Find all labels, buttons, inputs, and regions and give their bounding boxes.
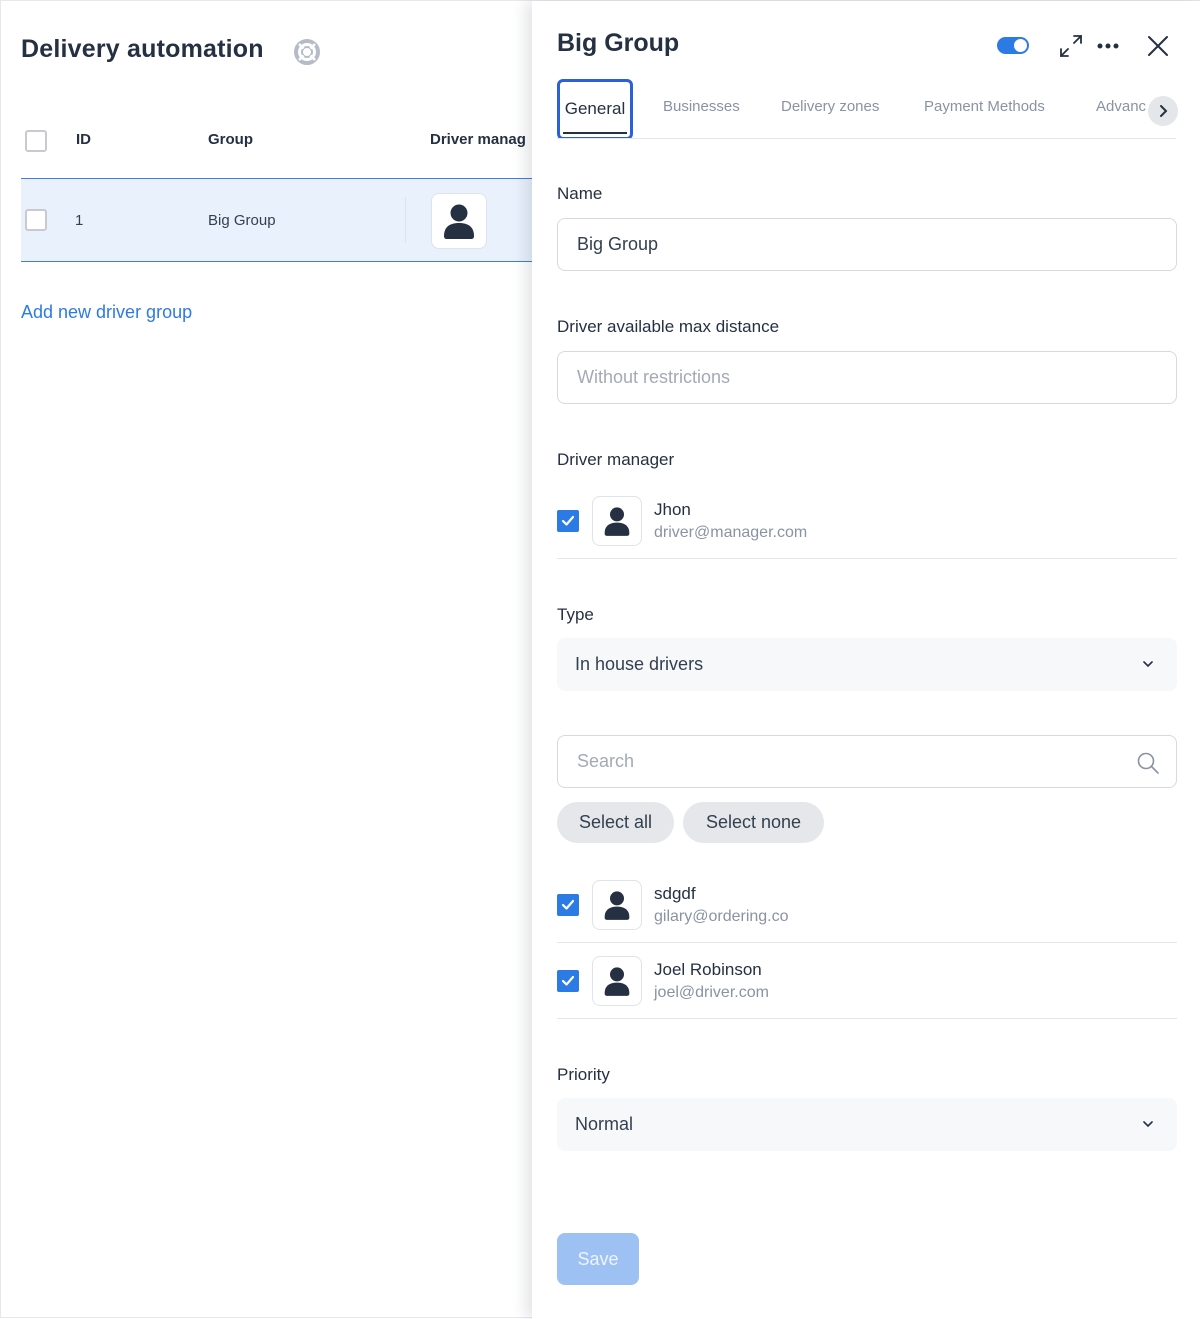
help-icon[interactable]: [294, 39, 320, 65]
avatar-icon: [604, 967, 630, 996]
priority-select-value: Normal: [575, 1114, 634, 1134]
column-header-id: ID: [76, 131, 91, 148]
avatar: [431, 193, 487, 249]
check-icon: [561, 975, 575, 986]
driver-email: joel@driver.com: [654, 984, 769, 1001]
driver-checkbox[interactable]: [557, 970, 579, 992]
name-label: Name: [557, 184, 603, 203]
divider: [557, 942, 1177, 943]
driver-email: gilary@ordering.co: [654, 908, 789, 925]
table-row[interactable]: 1 Big Group: [21, 178, 532, 262]
max-distance-input[interactable]: [557, 351, 1177, 404]
driver-search-input[interactable]: [557, 735, 1177, 788]
app-window: Delivery automation ID Group Driver mana…: [0, 0, 1200, 1319]
check-icon: [561, 515, 575, 526]
tab-businesses[interactable]: Businesses: [663, 98, 740, 115]
table-header: ID Group Driver manag: [21, 119, 532, 163]
tab-general[interactable]: General: [557, 79, 633, 138]
chevron-right-icon: [1160, 105, 1168, 117]
driver-name: sdgdf: [654, 884, 696, 903]
more-icon[interactable]: [1094, 32, 1122, 60]
row-id: 1: [75, 212, 84, 229]
column-header-group: Group: [208, 131, 253, 148]
select-none-button[interactable]: Select none: [683, 802, 824, 843]
driver-avatar: [592, 956, 642, 1006]
expand-icon[interactable]: [1057, 32, 1085, 60]
group-details-drawer: Big Group General Businesses Delivery zo…: [532, 1, 1200, 1319]
avatar-icon: [604, 507, 630, 536]
column-header-driver-manager: Driver manag: [430, 131, 526, 148]
drawer-tabs: General Businesses Delivery zones Paymen…: [557, 79, 1176, 139]
manager-email: driver@manager.com: [654, 524, 808, 541]
avatar-icon: [444, 204, 474, 239]
manager-name: Jhon: [654, 500, 691, 519]
close-icon[interactable]: [1144, 32, 1172, 60]
driver-checkbox[interactable]: [557, 894, 579, 916]
add-driver-group-link[interactable]: Add new driver group: [21, 302, 192, 323]
drawer-title: Big Group: [557, 29, 680, 57]
driver-avatar: [592, 880, 642, 930]
divider: [557, 1018, 1177, 1019]
name-input[interactable]: [557, 218, 1177, 271]
manager-checkbox[interactable]: [557, 510, 579, 532]
tabs-scroll-right-button[interactable]: [1148, 96, 1178, 126]
type-label: Type: [557, 605, 594, 624]
driver-name: Joel Robinson: [654, 960, 762, 979]
check-icon: [561, 899, 575, 910]
priority-label: Priority: [557, 1065, 610, 1084]
distance-label: Driver available max distance: [557, 317, 780, 336]
tab-advanced[interactable]: Advanc: [1096, 98, 1146, 115]
chevron-down-icon: [1143, 661, 1153, 668]
priority-select[interactable]: Normal: [557, 1098, 1177, 1151]
driver-manager-label: Driver manager: [557, 450, 675, 469]
row-checkbox[interactable]: [25, 209, 47, 231]
manager-avatar: [592, 496, 642, 546]
avatar-icon: [604, 891, 630, 920]
enabled-toggle[interactable]: [997, 37, 1029, 54]
select-all-button[interactable]: Select all: [557, 802, 674, 843]
row-group: Big Group: [208, 212, 276, 229]
tab-delivery-zones[interactable]: Delivery zones: [781, 98, 879, 115]
save-button[interactable]: Save: [557, 1233, 639, 1285]
type-select[interactable]: In house drivers: [557, 638, 1177, 691]
chevron-down-icon: [1143, 1121, 1153, 1128]
row-divider: [405, 197, 406, 243]
search-icon[interactable]: [1136, 751, 1160, 775]
driver-groups-page: Delivery automation ID Group Driver mana…: [1, 1, 532, 1319]
divider: [557, 558, 1177, 559]
type-select-value: In house drivers: [575, 654, 704, 674]
page-title: Delivery automation: [21, 35, 264, 63]
select-all-checkbox[interactable]: [25, 130, 47, 152]
tab-payment-methods[interactable]: Payment Methods: [924, 98, 1045, 115]
